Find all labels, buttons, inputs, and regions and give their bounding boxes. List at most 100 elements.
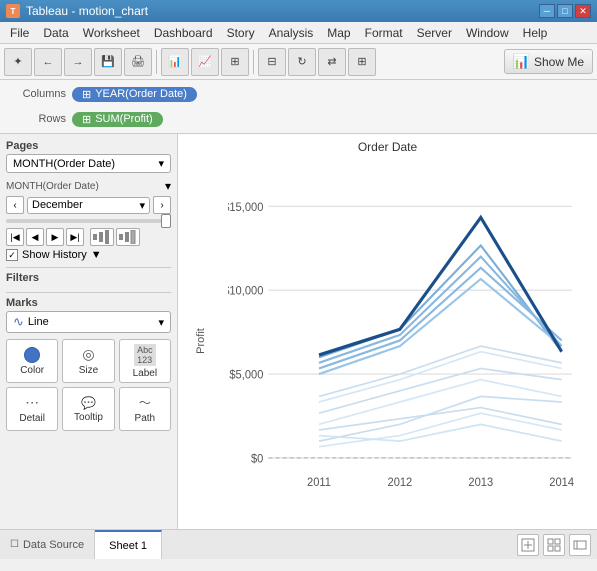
bottom-tabs: ☐ Data Source Sheet 1 <box>0 529 597 559</box>
marks-section: Marks ∿ Line ▾ Color ◎ Size Abc123 Label <box>6 292 171 431</box>
chart-svg: $0 $5,000 $10,000 $15,000 2011 2012 2013… <box>228 156 592 525</box>
line-chart-icon: ∿ <box>13 314 24 330</box>
month-value-dropdown[interactable]: December ▾ <box>27 197 150 214</box>
toolbar-swap-btn[interactable]: ⇄ <box>318 48 346 76</box>
pages-label: Pages <box>6 140 171 152</box>
marks-color-button[interactable]: Color <box>6 339 58 383</box>
rows-shelf: Rows ⊞ SUM(Profit) <box>6 108 591 130</box>
speed-medium-button[interactable] <box>116 228 140 246</box>
menu-server[interactable]: Server <box>411 24 458 42</box>
app-title: Tableau - motion_chart <box>26 4 148 18</box>
filters-label: Filters <box>6 272 171 284</box>
toolbar-filter-btn[interactable]: ⊟ <box>258 48 286 76</box>
chart-wrapper: Order Date Profit $0 $5,000 $10,000 $15,… <box>178 134 597 529</box>
marks-size-button[interactable]: ◎ Size <box>62 339 114 383</box>
rows-label: Rows <box>6 113 66 125</box>
close-button[interactable]: ✕ <box>575 4 591 18</box>
data-source-tab[interactable]: ☐ Data Source <box>0 530 95 559</box>
new-story-button[interactable] <box>569 534 591 556</box>
timeline-slider-thumb[interactable] <box>161 214 171 228</box>
rows-pill[interactable]: ⊞ SUM(Profit) <box>72 112 163 127</box>
toolbar-sort-btn[interactable]: ⊞ <box>348 48 376 76</box>
color-circle-icon <box>24 347 40 363</box>
toolbar-print-button[interactable]: 🖨 <box>124 48 152 76</box>
menu-story[interactable]: Story <box>221 24 261 42</box>
columns-pill[interactable]: ⊞ YEAR(Order Date) <box>72 87 197 102</box>
menu-bar: File Data Worksheet Dashboard Story Anal… <box>0 22 597 44</box>
menu-file[interactable]: File <box>4 24 35 42</box>
menu-window[interactable]: Window <box>460 24 515 42</box>
pages-dropdown[interactable]: MONTH(Order Date) ▾ <box>6 154 171 173</box>
columns-shelf: Columns ⊞ YEAR(Order Date) <box>6 83 591 105</box>
data-source-label: Data Source <box>23 539 84 551</box>
path-icon: 〜 <box>139 394 151 411</box>
month-value-arrow: ▾ <box>139 199 145 212</box>
columns-label: Columns <box>6 88 66 100</box>
pages-dropdown-arrow: ▾ <box>158 157 164 170</box>
toolbar-new-button[interactable]: ✦ <box>4 48 32 76</box>
new-dashboard-button[interactable] <box>543 534 565 556</box>
toolbar-chart-btn3[interactable]: ⊞ <box>221 48 249 76</box>
marks-label-button[interactable]: Abc123 Label <box>119 339 171 383</box>
app-icon: T <box>6 4 20 18</box>
marks-color-label: Color <box>20 365 44 376</box>
main-layout: Pages MONTH(Order Date) ▾ MONTH(Order Da… <box>0 134 597 529</box>
marks-label: Marks <box>6 297 171 309</box>
toolbar-refresh-btn[interactable]: ↻ <box>288 48 316 76</box>
show-me-button[interactable]: 📊 Show Me <box>504 49 593 74</box>
chart-title: Order Date <box>178 134 597 156</box>
chart-inner: Profit $0 $5,000 $10,000 $15,000 2011 20… <box>178 156 597 525</box>
toolbar-chart-btn2[interactable]: 📈 <box>191 48 219 76</box>
play-to-start-button[interactable]: |◀ <box>6 228 24 246</box>
y-axis-label: Profit <box>195 328 207 354</box>
timeline-slider-track[interactable] <box>6 219 171 223</box>
menu-map[interactable]: Map <box>321 24 356 42</box>
speed-slow-button[interactable] <box>90 228 114 246</box>
menu-help[interactable]: Help <box>517 24 554 42</box>
month-nav-row: ‹ December ▾ › <box>6 196 171 214</box>
show-me-label: Show Me <box>534 55 584 69</box>
menu-analysis[interactable]: Analysis <box>263 24 320 42</box>
toolbar-separator-1 <box>156 50 157 74</box>
minimize-button[interactable]: ─ <box>539 4 555 18</box>
shelf-area: Columns ⊞ YEAR(Order Date) Rows ⊞ SUM(Pr… <box>0 80 597 134</box>
play-next-button[interactable]: ▶| <box>66 228 84 246</box>
marks-path-label: Path <box>135 413 156 424</box>
toolbar-forward-button[interactable]: → <box>64 48 92 76</box>
show-history-control[interactable]: ✓ Show History ▼ <box>6 249 171 261</box>
month-prev-button[interactable]: ‹ <box>6 196 24 214</box>
show-history-checkbox[interactable]: ✓ <box>6 249 18 261</box>
toolbar: ✦ ← → 💾 🖨 📊 📈 ⊞ ⊟ ↻ ⇄ ⊞ 📊 Show Me <box>0 44 597 80</box>
play-button[interactable]: ▶ <box>46 228 64 246</box>
rows-pill-text: SUM(Profit) <box>95 113 152 125</box>
marks-tooltip-button[interactable]: 💬 Tooltip <box>62 387 114 431</box>
menu-format[interactable]: Format <box>359 24 409 42</box>
datasource-checkbox-icon: ☐ <box>10 539 19 550</box>
play-prev-button[interactable]: ◀ <box>26 228 44 246</box>
columns-pill-text: YEAR(Order Date) <box>95 88 187 100</box>
month-control: MONTH(Order Date) ▾ ‹ December ▾ › |◀ ◀ … <box>6 179 171 261</box>
marks-detail-label: Detail <box>19 413 45 424</box>
toolbar-back-button[interactable]: ← <box>34 48 62 76</box>
menu-data[interactable]: Data <box>37 24 74 42</box>
columns-pill-plus: ⊞ <box>82 88 91 101</box>
sheet1-tab[interactable]: Sheet 1 <box>95 530 162 559</box>
maximize-button[interactable]: □ <box>557 4 573 18</box>
marks-type-dropdown[interactable]: ∿ Line ▾ <box>6 311 171 333</box>
month-dropdown-label: MONTH(Order Date) <box>6 181 162 192</box>
month-next-button[interactable]: › <box>153 196 171 214</box>
toolbar-save-button[interactable]: 💾 <box>94 48 122 76</box>
toolbar-chart-btn1[interactable]: 📊 <box>161 48 189 76</box>
menu-dashboard[interactable]: Dashboard <box>148 24 219 42</box>
tab-icons <box>517 534 597 556</box>
label-abc-icon: Abc123 <box>134 344 156 366</box>
menu-worksheet[interactable]: Worksheet <box>77 24 146 42</box>
marks-path-button[interactable]: 〜 Path <box>119 387 171 431</box>
marks-dropdown-arrow: ▾ <box>158 316 164 329</box>
filters-section: Filters <box>6 267 171 286</box>
new-sheet-button[interactable] <box>517 534 539 556</box>
svg-text:2013: 2013 <box>468 475 493 489</box>
size-icon: ◎ <box>82 346 94 363</box>
pages-dropdown-text: MONTH(Order Date) <box>13 158 115 170</box>
marks-detail-button[interactable]: ⋯ Detail <box>6 387 58 431</box>
